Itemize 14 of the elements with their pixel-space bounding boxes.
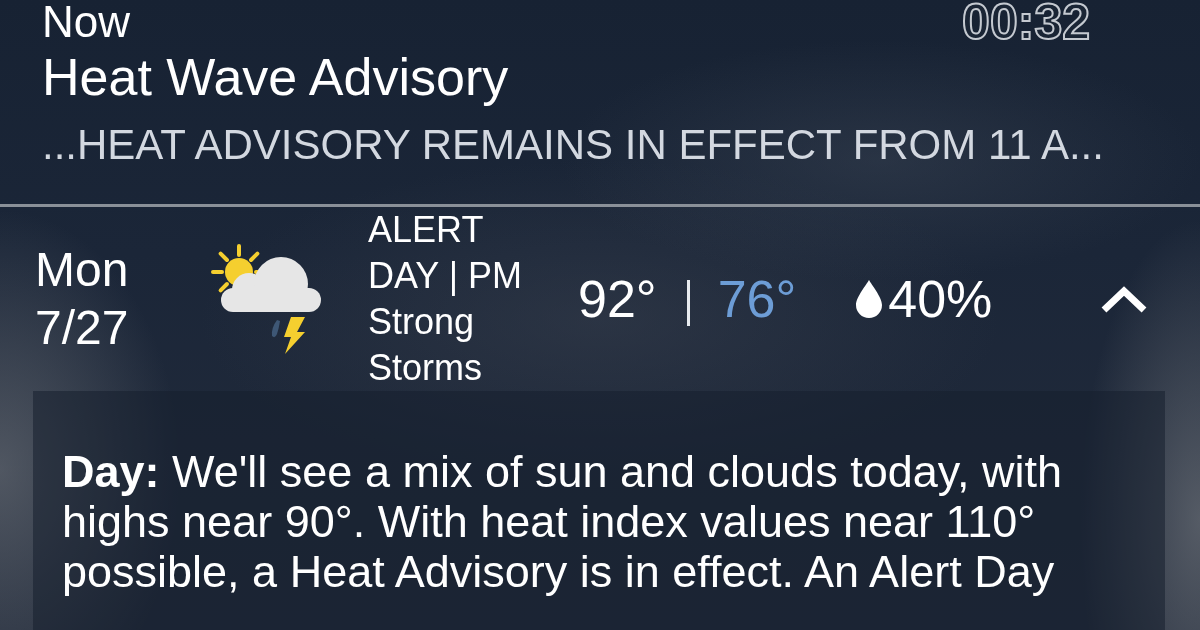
- alert-message: ...HEAT ADVISORY REMAINS IN EFFECT FROM 11 A...: [42, 121, 1104, 169]
- high-temperature: 92°: [578, 269, 657, 329]
- raindrop-icon: [856, 280, 883, 318]
- day-label: Mon: [35, 242, 129, 298]
- precipitation-chance: 40%: [888, 269, 993, 329]
- timer-label: 00:32: [962, 0, 1090, 44]
- low-temperature: 76°: [717, 269, 797, 329]
- date-label: 7/27: [35, 300, 129, 356]
- chevron-up-icon[interactable]: [1100, 286, 1148, 314]
- condition-text: ALERT DAY | PM Strong Storms: [368, 208, 524, 390]
- alert-title: Heat Wave Advisory: [42, 47, 509, 107]
- forecast-description: Day: We'll see a mix of sun and clouds today, with highs near 90°. With heat index values near 110° possible, a Heat Advisory is in effect. An Alert Day: [62, 447, 1063, 597]
- time-label: Now: [42, 0, 131, 44]
- sun-cloud-lightning-icon: [210, 244, 322, 354]
